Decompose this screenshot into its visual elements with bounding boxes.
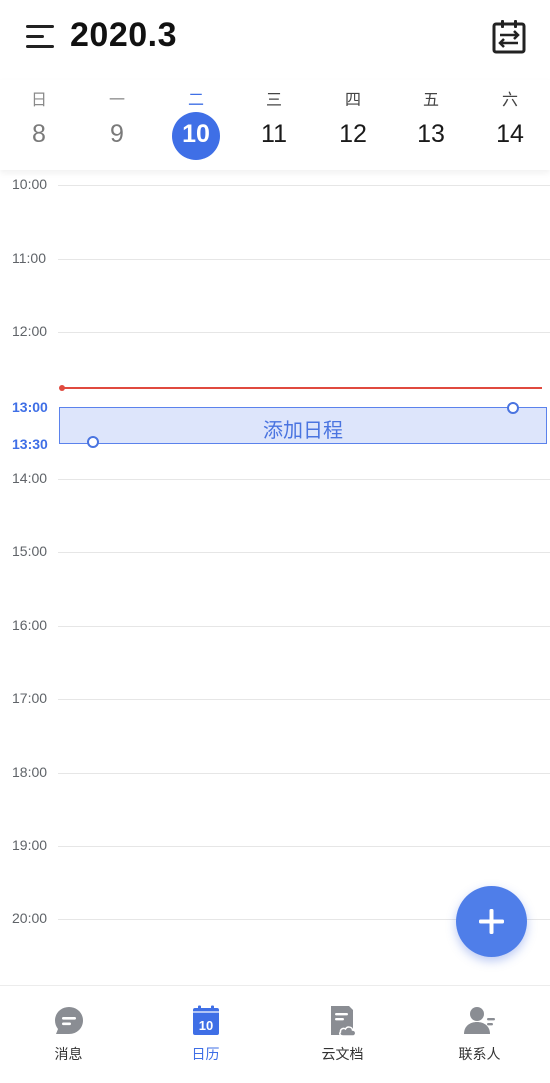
weekday-label: 四 [344,90,361,109]
day-wed[interactable]: 三 11 [235,80,313,170]
new-event-block[interactable]: 添加日程 [59,407,547,444]
hour-gridline [58,552,550,553]
resize-handle-bottom[interactable] [87,436,99,448]
hour-row: 19:00 [0,837,550,853]
weekday-label: 五 [422,90,439,109]
weekday-label: 六 [501,90,518,109]
hour-gridline [58,185,550,186]
hour-row: 15:00 [0,543,550,559]
resize-handle-top[interactable] [507,402,519,414]
hour-row: 14:00 [0,470,550,486]
day-timeline[interactable]: 10:00 11:00 12:00 14:00 15:00 16:00 17:0… [0,170,550,985]
hour-label: 19:00 [12,837,48,853]
bottom-nav: 消息 10 日历 云文档 联系人 [0,985,550,1083]
hour-row: 11:00 [0,250,550,266]
hour-gridline [58,626,550,627]
nav-contacts[interactable]: 联系人 [411,986,548,1083]
nav-label: 云文档 [321,1047,364,1063]
nav-label: 联系人 [458,1047,501,1063]
nav-label: 消息 [54,1047,83,1063]
selection-end-label: 13:30 [12,436,48,452]
day-number: 14 [496,120,524,148]
month-title[interactable]: 2020.3 [70,16,177,55]
current-time-line [59,385,542,391]
weekday-label: 日 [30,90,47,109]
add-schedule-label: 添加日程 [263,418,343,442]
nav-label: 日历 [191,1047,220,1063]
calendar-icon-date: 10 [198,1018,212,1033]
message-icon [54,1007,83,1034]
week-strip: 日 8 一 9 二 10 三 11 四 12 五 13 六 14 [0,80,550,170]
calendar-icon: 10 [192,1005,219,1035]
current-time-dot [59,385,65,391]
day-number: 11 [261,120,287,148]
hour-label: 20:00 [12,910,48,926]
day-number: 12 [339,120,367,148]
weekday-label: 三 [265,90,282,109]
day-thu[interactable]: 四 12 [314,80,392,170]
add-event-button[interactable] [456,886,527,957]
weekday-label: 一 [108,90,125,109]
contacts-icon [463,1007,495,1034]
day-mon[interactable]: 一 9 [78,80,156,170]
hour-label: 10:00 [12,176,48,192]
day-sun[interactable]: 日 8 [0,80,78,170]
hour-row: 16:00 [0,617,550,633]
plus-icon [479,909,504,934]
hour-gridline [58,479,550,480]
hour-label: 12:00 [12,323,48,339]
cloud-doc-icon [330,1006,356,1037]
hour-gridline [58,846,550,847]
selection-start-label: 13:00 [12,399,48,415]
hour-gridline [58,259,550,260]
hour-label: 16:00 [12,617,48,633]
hour-label: 11:00 [12,250,46,266]
hour-label: 17:00 [12,690,48,706]
day-tue-selected[interactable]: 二 10 [157,80,235,170]
hour-row: 17:00 [0,690,550,706]
hour-label: 14:00 [12,470,48,486]
hour-gridline [58,773,550,774]
day-number: 10 [182,120,210,148]
day-sat[interactable]: 六 14 [471,80,549,170]
hour-label: 15:00 [12,543,48,559]
hour-row: 18:00 [0,764,550,780]
nav-cloud-docs[interactable]: 云文档 [274,986,411,1083]
hour-row: 10:00 [0,176,550,192]
day-number: 9 [110,120,124,148]
day-number: 13 [417,120,445,148]
nav-calendar[interactable]: 10 日历 [137,986,274,1083]
app-bar: 2020.3 [0,0,550,74]
calendar-switch-icon[interactable] [490,18,528,56]
menu-icon[interactable] [26,24,56,50]
hour-gridline [58,332,550,333]
weekday-label: 二 [187,90,204,109]
hour-row: 12:00 [0,323,550,339]
day-fri[interactable]: 五 13 [392,80,470,170]
hour-label: 18:00 [12,764,48,780]
hour-gridline [58,699,550,700]
day-number: 8 [32,120,46,148]
nav-messages[interactable]: 消息 [0,986,137,1083]
